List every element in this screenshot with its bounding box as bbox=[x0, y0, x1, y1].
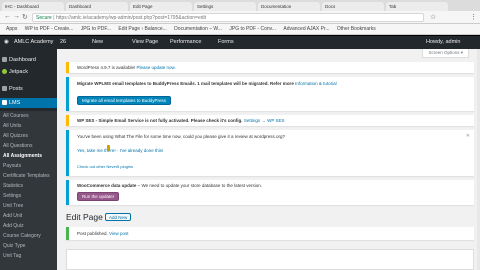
ses-notice: WP SES - Simple Email Service is not ful… bbox=[66, 115, 474, 126]
other-plugins-link[interactable]: Check out other Never5 plugins bbox=[77, 164, 133, 169]
address-bar: ← → ↻ Secure | https://amlc.ie/academy/w… bbox=[0, 11, 480, 24]
view-post-link[interactable]: View post bbox=[109, 231, 128, 236]
update-now-link[interactable]: Please update now. bbox=[136, 65, 175, 70]
browser-tab[interactable]: IHC - Dashboard bbox=[2, 2, 64, 11]
bookmark-item[interactable]: WP to PDF - Create... bbox=[25, 26, 74, 32]
new-content-link[interactable]: New bbox=[92, 36, 103, 49]
sidebar-subitem[interactable]: Settings bbox=[0, 192, 57, 201]
url-text: https://amlc.ie/academy/wp-admin/post.ph… bbox=[55, 15, 207, 21]
site-name-link[interactable]: AMLC Academy bbox=[14, 36, 53, 49]
main-content: Screen Options ▾ WordPress 4.9.7 is avai… bbox=[57, 49, 477, 270]
ses-notice-text: WP SES - Simple Email Service is not ful… bbox=[77, 118, 243, 123]
run-updater-button[interactable]: Run the updater bbox=[77, 192, 120, 201]
browser-tab[interactable]: Docs bbox=[322, 2, 384, 11]
posts-icon bbox=[2, 86, 7, 91]
menu-icon[interactable]: ⋮ bbox=[470, 13, 477, 21]
review-notice-text: You've been using What The File for some… bbox=[77, 134, 285, 139]
page-editor[interactable] bbox=[66, 249, 474, 270]
admin-sidebar: Dashboard Jetpack Posts LMS All Courses … bbox=[0, 49, 57, 270]
browser-tab[interactable]: Dashboard bbox=[66, 2, 128, 11]
sidebar-item-jetpack[interactable]: Jetpack bbox=[0, 67, 57, 77]
sidebar-subitem[interactable]: Certificate Templates bbox=[0, 172, 57, 181]
sidebar-subitem[interactable]: Statistics bbox=[0, 182, 57, 191]
information-tutorial-link[interactable]: Information & tutorial bbox=[295, 81, 337, 86]
sidebar-subitem[interactable]: Add Quiz bbox=[0, 222, 57, 231]
sidebar-subitem[interactable]: Add Unit bbox=[0, 212, 57, 221]
bookmarks-bar: Apps WP to PDF - Create... JPG to PDF...… bbox=[0, 24, 480, 35]
howdy-user-menu[interactable]: Howdy, admin bbox=[426, 36, 460, 49]
star-icon[interactable]: ☆ bbox=[430, 13, 436, 21]
close-icon[interactable]: ✕ bbox=[466, 133, 470, 139]
browser-tab-strip: IHC - Dashboard Dashboard Edit Page Sett… bbox=[0, 0, 480, 11]
sidebar-item-dashboard[interactable]: Dashboard bbox=[0, 55, 57, 65]
screen-options-button[interactable]: Screen Options ▾ bbox=[422, 49, 469, 58]
forward-icon[interactable]: → bbox=[13, 13, 20, 20]
sidebar-subitem[interactable]: All Courses bbox=[0, 112, 57, 121]
sidebar-subitem[interactable]: Unit Tree bbox=[0, 202, 57, 211]
sidebar-subitem[interactable]: All Units bbox=[0, 122, 57, 131]
forms-link[interactable]: Forms bbox=[218, 36, 234, 49]
lms-icon bbox=[2, 100, 7, 105]
sidebar-item-posts[interactable]: Posts bbox=[0, 84, 57, 94]
mouse-cursor-icon bbox=[107, 145, 110, 151]
wordpress-logo-icon[interactable]: ◉ bbox=[4, 36, 9, 49]
reload-icon[interactable]: ↻ bbox=[22, 13, 28, 21]
bookmark-item[interactable]: JPG to PDF - Conv... bbox=[229, 26, 276, 32]
url-input[interactable]: Secure | https://amlc.ie/academy/wp-admi… bbox=[32, 13, 424, 22]
sidebar-subitem[interactable]: All Quizzes bbox=[0, 132, 57, 141]
sidebar-subitem[interactable]: Quiz Type bbox=[0, 242, 57, 251]
woo-notice-title: WooCommerce data update bbox=[77, 183, 137, 188]
wplms-email-notice: Migrate WPLMS email templates to BuddyPr… bbox=[66, 77, 474, 111]
sidebar-item-label: Dashboard bbox=[9, 57, 36, 63]
comments-count[interactable]: 26 bbox=[60, 36, 66, 49]
sidebar-item-label: LMS bbox=[9, 100, 21, 106]
page-title: Edit Page bbox=[66, 212, 103, 222]
dashboard-icon bbox=[2, 57, 7, 62]
browser-tab[interactable]: Edit Page bbox=[130, 2, 192, 11]
sidebar-item-label: Jetpack bbox=[9, 69, 28, 75]
view-page-link[interactable]: View Page bbox=[132, 36, 158, 49]
sidebar-subitem-current[interactable]: All Assignments bbox=[0, 152, 57, 161]
sidebar-item-lms[interactable]: LMS bbox=[0, 98, 57, 108]
browser-tab[interactable]: Settings bbox=[194, 2, 256, 11]
woocommerce-update-notice: WooCommerce data update – We need to upd… bbox=[66, 180, 474, 205]
review-done-link[interactable]: I've already done this! bbox=[120, 148, 164, 153]
sidebar-subitem[interactable]: Unit Tag bbox=[0, 252, 57, 261]
bookmark-item[interactable]: Apps bbox=[6, 26, 17, 32]
sidebar-subitem[interactable]: All Questions bbox=[0, 142, 57, 151]
sidebar-item-label: Posts bbox=[9, 86, 23, 92]
bookmark-item[interactable]: Edit Page ‹ Balance... bbox=[118, 26, 166, 32]
sidebar-subitem[interactable]: Payouts bbox=[0, 162, 57, 171]
secure-label: Secure bbox=[36, 15, 52, 21]
screen: IHC - Dashboard Dashboard Edit Page Sett… bbox=[0, 0, 480, 270]
add-new-button[interactable]: Add New bbox=[105, 213, 132, 221]
update-notice: WordPress 4.9.7 is available! Please upd… bbox=[66, 62, 474, 73]
published-notice-text: Post published. bbox=[77, 231, 108, 236]
published-notice: Post published. View post bbox=[66, 227, 474, 240]
update-notice-text: WordPress 4.9.7 is available! bbox=[77, 65, 136, 70]
bookmark-item[interactable]: Advanced AJAX Pr... bbox=[283, 26, 329, 32]
bookmark-item[interactable]: Other Bookmarks bbox=[337, 26, 376, 32]
back-icon[interactable]: ← bbox=[4, 13, 11, 20]
performance-link[interactable]: Performance bbox=[170, 36, 202, 49]
wplms-notice-text: Migrate WPLMS email templates to BuddyPr… bbox=[77, 81, 294, 86]
jetpack-icon bbox=[2, 69, 7, 74]
ses-settings-link[interactable]: Settings → WP SES bbox=[244, 118, 285, 123]
browser-tab[interactable]: Documentation bbox=[258, 2, 320, 11]
wp-admin-bar: ◉ AMLC Academy 26 New View Page Performa… bbox=[0, 36, 480, 49]
bookmark-item[interactable]: JPG to PDF... bbox=[81, 26, 111, 32]
sidebar-subitem[interactable]: Course Category bbox=[0, 232, 57, 241]
review-notice: You've been using What The File for some… bbox=[66, 130, 474, 176]
browser-tab[interactable]: Tab bbox=[386, 2, 448, 11]
migrate-email-templates-button[interactable]: Migrate all email templates to BuddyPres… bbox=[77, 96, 172, 105]
bookmark-item[interactable]: Documentation – W... bbox=[174, 26, 222, 32]
woo-notice-text: – We need to update your store database … bbox=[137, 183, 262, 188]
